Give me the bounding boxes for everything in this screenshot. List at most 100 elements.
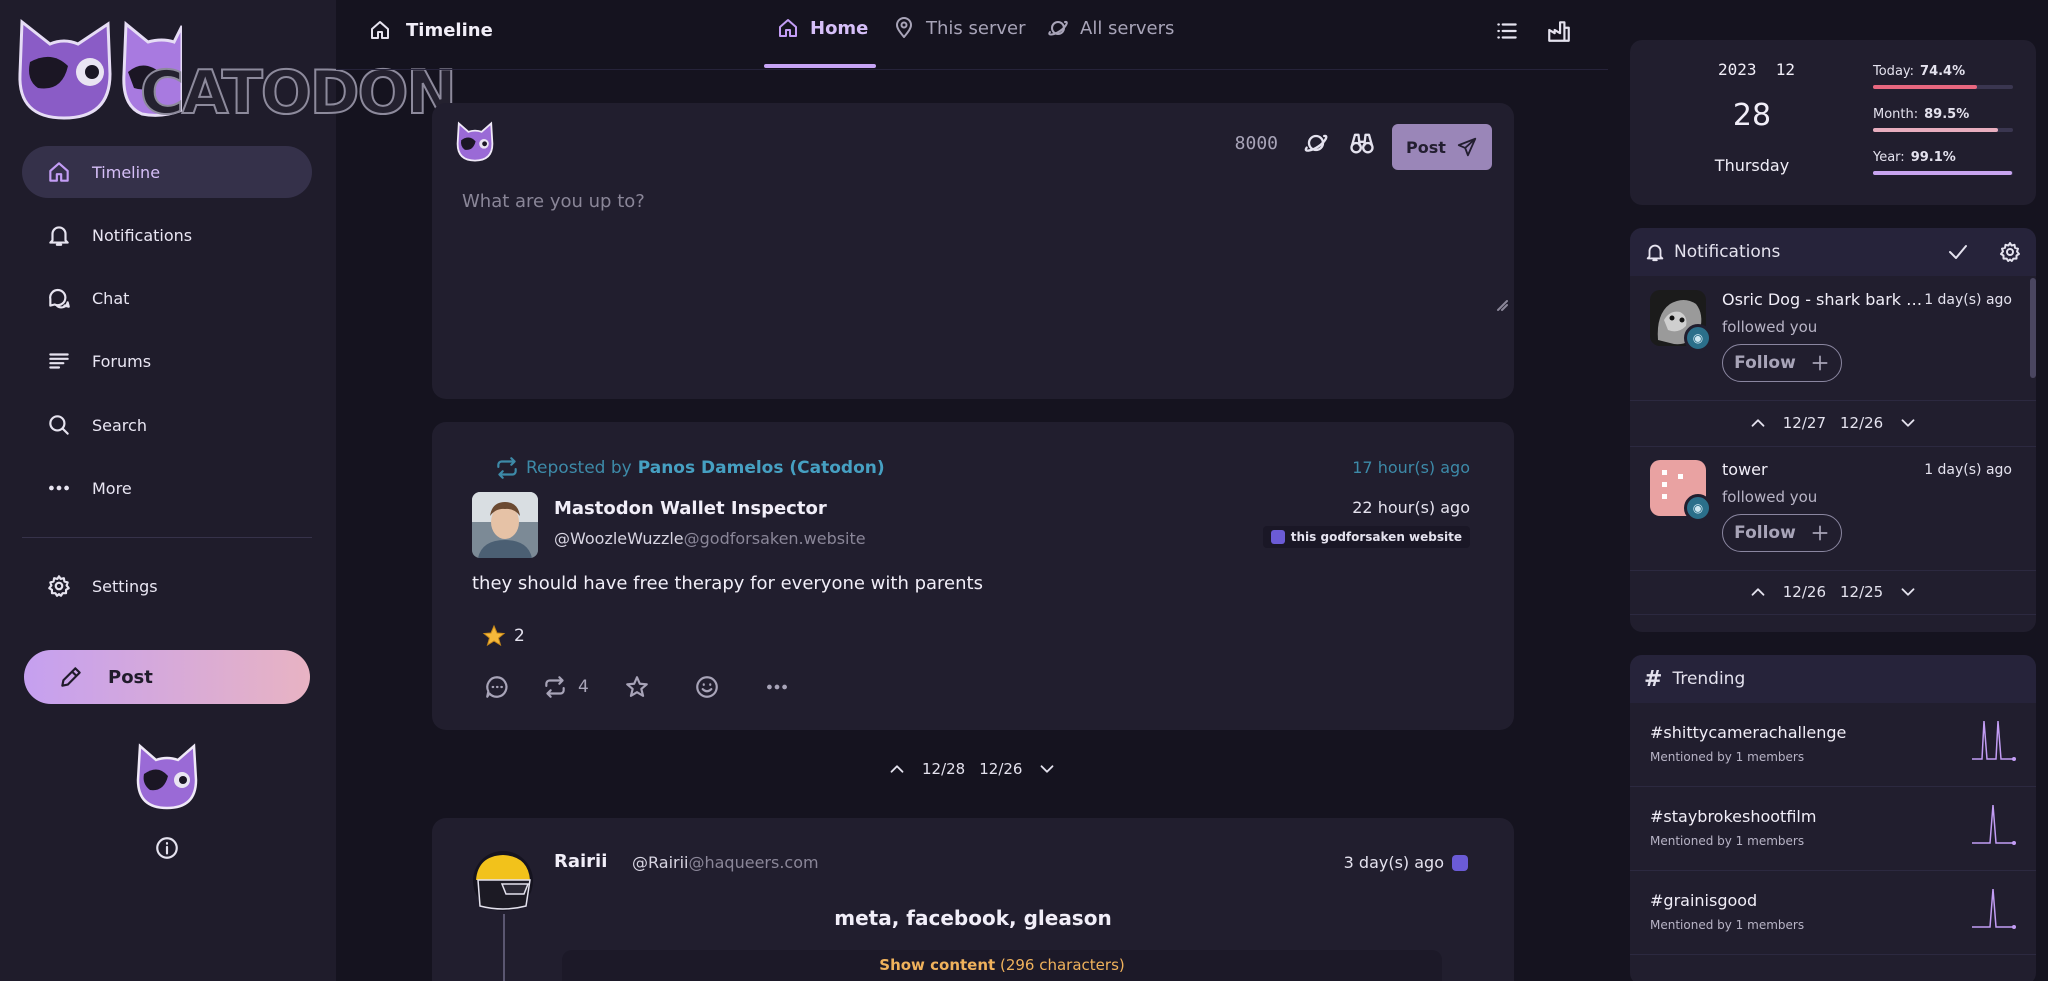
notifications-widget: Notifications ◉ Osric Dog - shark bark e…	[1630, 228, 2036, 632]
pager-next-date[interactable]: 12/26	[979, 760, 1022, 778]
post-author-name[interactable]: Rairii	[554, 851, 607, 872]
tab-label: Home	[810, 17, 869, 39]
trending-item[interactable]: #staybrokeshootfilm Mentioned by 1 membe…	[1630, 787, 2036, 871]
post-author-handle[interactable]: @Rairii@haqueers.com	[632, 853, 819, 872]
repost-timestamp[interactable]: 17 hour(s) ago	[1352, 458, 1470, 477]
post-author-avatar[interactable]	[472, 492, 538, 558]
gear-icon	[48, 575, 70, 597]
bell-icon	[1646, 244, 1664, 262]
chevron-up-icon[interactable]	[886, 758, 908, 780]
sidebar-divider	[22, 537, 312, 538]
react-button[interactable]	[694, 672, 720, 702]
post-card: Rairii @Rairii@haqueers.com 3 day(s) ago…	[432, 818, 1514, 981]
sidebar-item-search[interactable]: Search	[22, 399, 312, 451]
reaction-count: 2	[514, 626, 525, 646]
post-timestamp[interactable]: 3 day(s) ago	[1344, 853, 1444, 872]
progress-value: 99.1%	[1910, 150, 1956, 165]
chevron-down-icon[interactable]	[1036, 758, 1058, 780]
notification-action: followed you	[1722, 488, 1818, 506]
post-timestamp[interactable]: 22 hour(s) ago	[1352, 498, 1470, 517]
visibility-planet-icon[interactable]	[1302, 129, 1330, 157]
chevron-up-icon[interactable]	[1747, 581, 1769, 603]
list-icon[interactable]	[1494, 18, 1520, 44]
check-icon[interactable]	[1946, 240, 1970, 264]
progress-label: Year:	[1873, 150, 1905, 165]
notification-item[interactable]: ◉ tower 1 day(s) ago followed you Follow	[1630, 446, 2030, 564]
progress-fill	[1873, 128, 1999, 132]
page-title: Timeline	[368, 18, 493, 42]
reaction-star[interactable]: 2	[472, 618, 535, 654]
notification-item[interactable]: ◉ Osric Dog - shark bark ed... 1 day(s) …	[1630, 276, 2030, 394]
trending-item[interactable]: #shittycamerachallenge Mentioned by 1 me…	[1630, 703, 2036, 787]
gear-icon[interactable]	[1998, 240, 2022, 264]
sidebar-item-settings[interactable]: Settings	[22, 560, 312, 612]
pager-next-date[interactable]: 12/26	[1840, 414, 1883, 432]
sidebar-post-label: Post	[108, 666, 153, 688]
instance-name: this godforsaken website	[1290, 530, 1462, 544]
composer-text-input[interactable]	[462, 191, 1482, 311]
sidebar-item-chat[interactable]: Chat	[22, 272, 312, 324]
notification-user-name[interactable]: tower	[1722, 460, 1926, 479]
repost-icon	[497, 457, 517, 479]
trending-mentions: Mentioned by 1 members	[1650, 918, 1805, 932]
sidebar-item-more[interactable]: More	[22, 462, 312, 514]
home-icon	[779, 19, 797, 37]
tab-all-servers[interactable]: All servers	[1046, 16, 1174, 40]
forums-icon	[49, 353, 69, 369]
pager-prev-date[interactable]: 12/28	[922, 760, 965, 778]
favourite-button[interactable]	[624, 672, 650, 702]
notification-user-name[interactable]: Osric Dog - shark bark ed...	[1722, 290, 1926, 309]
home-icon	[49, 162, 69, 182]
chevron-up-icon[interactable]	[1747, 412, 1769, 434]
trending-tag: #grainisgood	[1650, 891, 1758, 910]
handle-domain: @haqueers.com	[688, 853, 819, 872]
bell-icon	[49, 226, 69, 246]
more-options-button[interactable]	[764, 672, 790, 702]
boost-button[interactable]: 4	[542, 672, 589, 702]
notification-time: 1 day(s) ago	[1924, 462, 2012, 478]
reply-icon	[486, 676, 508, 698]
scrollbar[interactable]	[2030, 278, 2036, 378]
hashtag-icon: #	[1644, 666, 1663, 692]
sidebar-item-timeline[interactable]: Timeline	[22, 146, 312, 198]
follow-button[interactable]: Follow	[1722, 344, 1842, 382]
boost-count: 4	[578, 677, 589, 697]
repost-prefix: Reposted by	[526, 458, 632, 478]
follow-button[interactable]: Follow	[1722, 514, 1842, 552]
tab-home[interactable]: Home	[776, 16, 868, 40]
notification-pager: 12/27 12/26	[1630, 401, 2036, 445]
progress-label: Today:	[1873, 64, 1915, 79]
show-content-label: Show content	[879, 956, 996, 974]
reposter-name[interactable]: Panos Damelos (Catodon)	[638, 458, 885, 478]
chevron-down-icon[interactable]	[1897, 581, 1919, 603]
pager-prev-date[interactable]: 12/27	[1783, 414, 1826, 432]
sidebar-item-label: Notifications	[92, 225, 193, 245]
post-author-handle[interactable]: @WoozleWuzzle@godforsaken.website	[554, 529, 866, 548]
handle-user: @WoozleWuzzle	[554, 529, 684, 548]
chevron-down-icon[interactable]	[1897, 412, 1919, 434]
post-author-avatar[interactable]	[472, 850, 534, 912]
post-author-name[interactable]: Mastodon Wallet Inspector	[554, 498, 827, 519]
factory-icon[interactable]	[1546, 18, 1572, 44]
pager-next-date[interactable]: 12/25	[1840, 583, 1883, 601]
sidebar-post-button[interactable]: Post	[24, 650, 310, 704]
reply-button[interactable]	[484, 672, 510, 702]
sidebar-item-notifications[interactable]: Notifications	[22, 209, 312, 261]
sidebar-item-forums[interactable]: Forums	[22, 335, 312, 387]
planet-icon	[1048, 20, 1068, 36]
binoculars-icon[interactable]	[1348, 129, 1376, 157]
tab-this-server[interactable]: This server	[892, 16, 1025, 40]
date-year: 2023	[1718, 60, 1757, 79]
user-avatar[interactable]	[132, 742, 202, 812]
resize-grip-icon[interactable]	[1496, 299, 1508, 311]
composer-post-button[interactable]: Post	[1392, 124, 1492, 170]
date-month: 12	[1775, 60, 1796, 79]
trending-item[interactable]: #grainisgood Mentioned by 1 members	[1630, 871, 2036, 955]
notification-time: 1 day(s) ago	[1924, 292, 2012, 308]
pager-prev-date[interactable]: 12/26	[1783, 583, 1826, 601]
chat-icon	[49, 288, 70, 309]
notification-pager: 12/26 12/25	[1630, 570, 2036, 614]
info-icon[interactable]	[154, 835, 180, 861]
catodon-logo[interactable]: CATODON	[12, 14, 458, 129]
show-content-toggle[interactable]: Show content (296 characters)	[562, 950, 1442, 981]
